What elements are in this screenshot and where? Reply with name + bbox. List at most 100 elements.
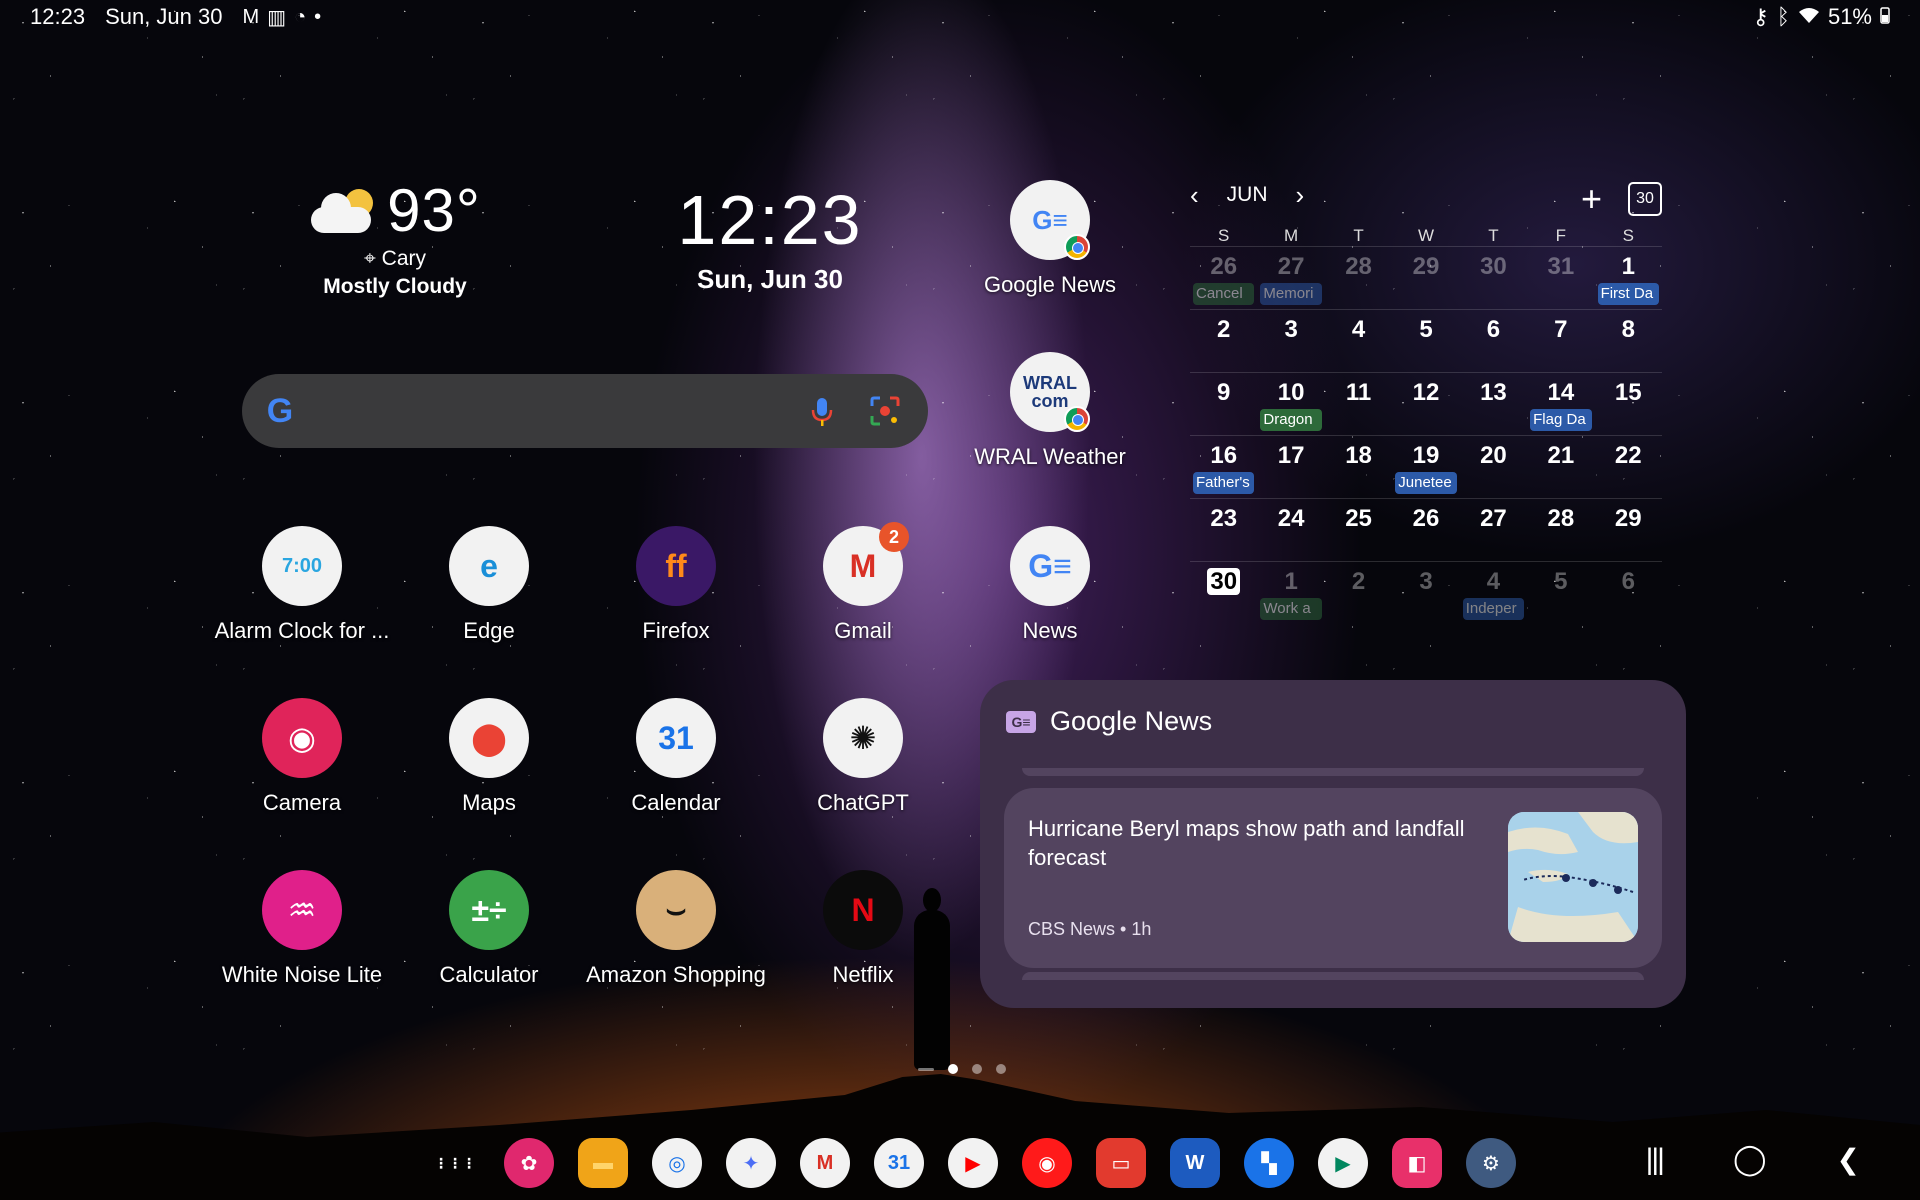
calendar-day[interactable]: 2 — [1325, 562, 1392, 624]
calendar-event[interactable]: Dragon — [1260, 409, 1322, 431]
clock-widget[interactable]: 12:23 Sun, Jun 30 — [660, 180, 880, 295]
app-drawer-icon[interactable]: ⋮⋮⋮ — [430, 1138, 480, 1188]
calendar-day[interactable]: 22 — [1595, 436, 1662, 498]
gmail-icon[interactable]: M — [800, 1138, 850, 1188]
calendar-day[interactable]: 12 — [1392, 373, 1459, 435]
calendar-event[interactable]: Father's — [1193, 472, 1255, 494]
calendar-day[interactable]: 28 — [1325, 247, 1392, 309]
app-alarm-clock[interactable]: 7:00 Alarm Clock for ... — [212, 526, 392, 644]
calendar-day[interactable]: 23 — [1190, 499, 1257, 561]
calendar-day[interactable]: 15 — [1595, 373, 1662, 435]
calendar-day[interactable]: 27 Memori — [1257, 247, 1324, 309]
weather-widget[interactable]: 93° ⌖ Cary Mostly Cloudy — [300, 176, 490, 299]
calendar-day[interactable]: 5 — [1527, 562, 1594, 624]
calendar-day[interactable]: 10 Dragon — [1257, 373, 1324, 435]
news-thumbnail-map — [1508, 812, 1638, 942]
calendar-day[interactable]: 1 First Da — [1595, 247, 1662, 309]
calendar-day[interactable]: 26 Cancel — [1190, 247, 1257, 309]
page-dot-3 — [996, 1064, 1006, 1074]
calendar-day[interactable]: 14 Flag Da — [1527, 373, 1594, 435]
galaxy-store-icon[interactable]: ◧ — [1392, 1138, 1442, 1188]
add-event-icon[interactable]: + — [1581, 178, 1602, 220]
app-maps[interactable]: ⬤ Maps — [399, 698, 579, 816]
microphone-icon[interactable] — [810, 396, 834, 433]
app-white-noise[interactable]: ♒ White Noise Lite — [212, 870, 392, 988]
calendar-day[interactable]: 17 — [1257, 436, 1324, 498]
google-search-bar[interactable]: G — [242, 374, 928, 448]
recents-button[interactable]: ||| — [1646, 1143, 1665, 1177]
app-amazon-shopping[interactable]: ⌣ Amazon Shopping — [586, 870, 766, 988]
app-gmail[interactable]: M 2 Gmail — [773, 522, 953, 644]
calendar-day[interactable]: 26 — [1392, 499, 1459, 561]
calendar-day[interactable]: 4 — [1325, 310, 1392, 372]
calendar-day[interactable]: 3 — [1257, 310, 1324, 372]
calendar-event[interactable]: Indeper — [1462, 598, 1525, 620]
calendar-day[interactable]: 25 — [1325, 499, 1392, 561]
calendar-day[interactable]: 7 — [1527, 310, 1594, 372]
firefox-icon: ff — [636, 526, 716, 606]
calendar-day[interactable]: 21 — [1527, 436, 1594, 498]
google-calendar-icon[interactable]: 31 — [874, 1138, 924, 1188]
play-store-icon[interactable]: ▶ — [1318, 1138, 1368, 1188]
calendar-event[interactable]: Cancel — [1193, 283, 1255, 305]
chrome-icon[interactable]: ◎ — [652, 1138, 702, 1188]
google-lens-icon[interactable] — [868, 394, 902, 433]
app-calculator[interactable]: ±÷ Calculator — [399, 870, 579, 988]
my-files-icon[interactable]: ▬ — [578, 1138, 628, 1188]
calendar-day[interactable]: 30 — [1460, 247, 1527, 309]
app-firefox[interactable]: ff Firefox — [586, 526, 766, 644]
calendar-day[interactable]: 11 — [1325, 373, 1392, 435]
remote-desktop-icon[interactable]: ▚ — [1244, 1138, 1294, 1188]
calendar-day[interactable]: 20 — [1460, 436, 1527, 498]
google-news-widget[interactable]: G≡ Google News Hurricane Beryl maps show… — [980, 680, 1686, 1008]
calendar-day[interactable]: 13 — [1460, 373, 1527, 435]
word-icon[interactable]: W — [1170, 1138, 1220, 1188]
calendar-day[interactable]: 3 — [1392, 562, 1459, 624]
calendar-day[interactable]: 16 Father's — [1190, 436, 1257, 498]
back-button[interactable]: ❮ — [1837, 1143, 1860, 1176]
calendar-day[interactable]: 2 — [1190, 310, 1257, 372]
calendar-day-today[interactable]: 30 — [1190, 562, 1257, 624]
calendar-day[interactable]: 19 Junetee — [1392, 436, 1459, 498]
calendar-event[interactable]: First Da — [1597, 283, 1659, 305]
settings-icon[interactable]: ⚙ — [1466, 1138, 1516, 1188]
calendar-event[interactable]: Memori — [1260, 283, 1322, 305]
news-article-card[interactable]: Hurricane Beryl maps show path and landf… — [1004, 788, 1662, 968]
calendar-event[interactable]: Work a — [1260, 598, 1322, 620]
calendar-day[interactable]: 31 — [1527, 247, 1594, 309]
calendar-event[interactable]: Junetee — [1395, 472, 1457, 494]
calendar-day[interactable]: 8 — [1595, 310, 1662, 372]
app-chatgpt[interactable]: ✺ ChatGPT — [773, 698, 953, 816]
calendar-day[interactable]: 29 — [1595, 499, 1662, 561]
blossom-icon[interactable]: ✿ — [504, 1138, 554, 1188]
app-netflix[interactable]: N Netflix — [773, 870, 953, 988]
calendar-day[interactable]: 6 — [1595, 562, 1662, 624]
youtube-icon[interactable]: ▶ — [948, 1138, 998, 1188]
app-google-news[interactable]: G≡ News — [960, 526, 1140, 644]
calendar-event[interactable]: Flag Da — [1530, 409, 1592, 431]
app-calendar[interactable]: 31 Calendar — [586, 698, 766, 816]
calendar-day[interactable]: 24 — [1257, 499, 1324, 561]
youtube-music-icon[interactable]: ◉ — [1022, 1138, 1072, 1188]
page-indicator[interactable] — [918, 1064, 1006, 1074]
calendar-day[interactable]: 27 — [1460, 499, 1527, 561]
calendar-day[interactable]: 29 — [1392, 247, 1459, 309]
calendar-day[interactable]: 1 Work a — [1257, 562, 1324, 624]
chevron-right-icon[interactable]: › — [1296, 180, 1305, 211]
gemini-icon[interactable]: ✦ — [726, 1138, 776, 1188]
calendar-day[interactable]: 6 — [1460, 310, 1527, 372]
calendar-widget[interactable]: ‹ JUN › + 30 SMTWTFS 26 Cancel 27 Memori 28 2… — [1190, 172, 1662, 624]
app-google-news[interactable]: G≡ Google News — [960, 180, 1140, 298]
home-button[interactable]: ◯ — [1733, 1142, 1767, 1177]
calendar-day[interactable]: 28 — [1527, 499, 1594, 561]
calendar-day[interactable]: 9 — [1190, 373, 1257, 435]
chevron-left-icon[interactable]: ‹ — [1190, 180, 1199, 211]
app-edge[interactable]: e Edge — [399, 526, 579, 644]
app-camera[interactable]: ◉ Camera — [212, 698, 392, 816]
app-wral-weather[interactable]: WRAL com WRAL Weather — [960, 352, 1140, 470]
calendar-today-button[interactable]: 30 — [1628, 182, 1662, 216]
samsung-notes-icon[interactable]: ▭ — [1096, 1138, 1146, 1188]
calendar-day[interactable]: 5 — [1392, 310, 1459, 372]
calendar-day[interactable]: 18 — [1325, 436, 1392, 498]
calendar-day[interactable]: 4 Indeper — [1460, 562, 1527, 624]
